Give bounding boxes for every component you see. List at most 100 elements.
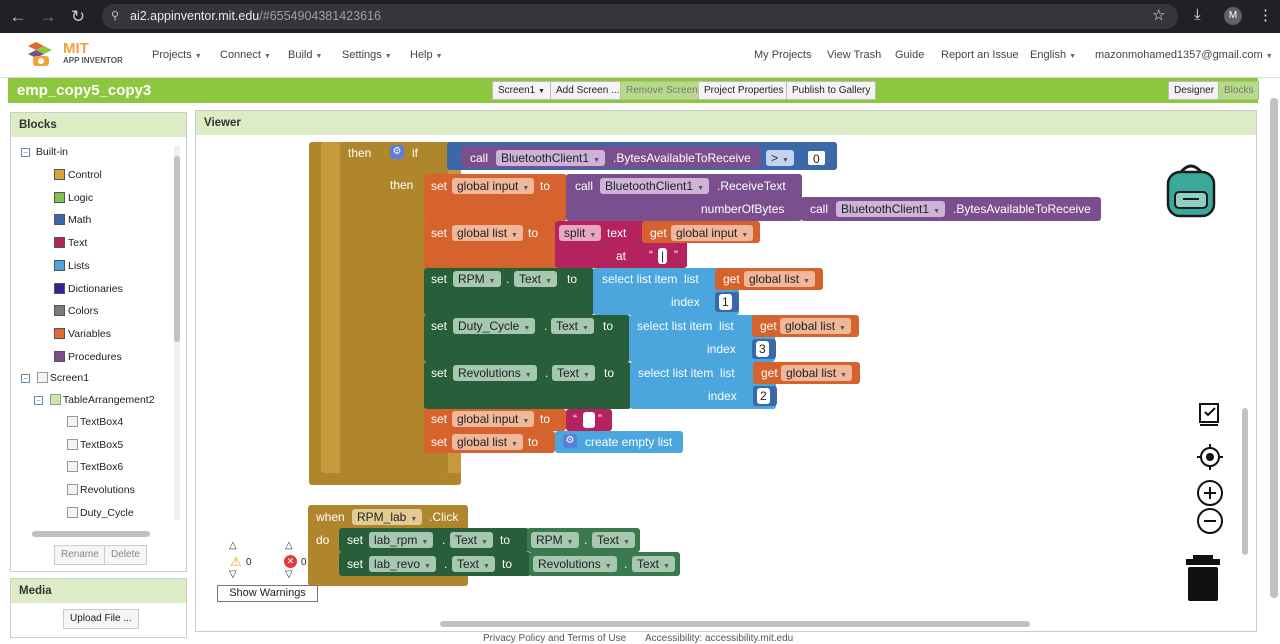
compare-op-dropdown[interactable]: > ▼	[766, 150, 794, 166]
recenter-icon[interactable]	[1196, 443, 1224, 471]
component-duty_cycle[interactable]: Duty_Cycle	[67, 506, 134, 519]
reload-icon[interactable]: ↻	[67, 6, 89, 28]
text-field[interactable]	[583, 412, 595, 428]
component-dropdown[interactable]: Revolutions ▼	[453, 365, 537, 381]
menu-projects[interactable]: Projects ▼	[152, 49, 202, 61]
warning-prev-icon[interactable]: △	[229, 540, 237, 551]
category-procedures[interactable]: Procedures	[54, 350, 122, 363]
property-dropdown[interactable]: Text ▼	[552, 365, 595, 381]
workspace-vscrollbar[interactable]	[1242, 408, 1248, 555]
text-field[interactable]: |	[658, 248, 668, 264]
var-dropdown[interactable]: global input ▼	[452, 178, 535, 194]
privacy-link[interactable]: Privacy Policy and Terms of Use	[483, 633, 626, 644]
number-field[interactable]: 1	[719, 294, 732, 310]
component-textbox5[interactable]: TextBox5	[67, 438, 123, 451]
download-icon[interactable]: ⤓	[1194, 6, 1201, 23]
delete-button[interactable]: Delete	[104, 545, 147, 565]
category-control[interactable]: Control	[54, 169, 102, 181]
designer-button[interactable]: Designer	[1168, 81, 1221, 100]
var-dropdown[interactable]: global list ▼	[452, 434, 523, 450]
upload-file-button[interactable]: Upload File ...	[63, 609, 139, 629]
add-screen-button[interactable]: Add Screen ...	[550, 81, 626, 100]
var-dropdown[interactable]: global list ▼	[452, 225, 523, 241]
menu-user[interactable]: mazonmohamed1357@gmail.com ▼	[1095, 49, 1273, 61]
menu-language[interactable]: English ▼	[1030, 49, 1076, 61]
number-field[interactable]: 2	[757, 388, 770, 404]
component-dropdown[interactable]: RPM ▼	[453, 271, 501, 287]
project-properties-button[interactable]: Project Properties	[698, 81, 790, 100]
menu-settings[interactable]: Settings ▼	[342, 49, 392, 61]
page-scrollbar[interactable]	[1270, 98, 1278, 598]
checklist-icon[interactable]	[1198, 400, 1222, 426]
component-dropdown[interactable]: BluetoothClient1 ▼	[496, 150, 605, 166]
error-next-icon[interactable]: ▽	[285, 569, 293, 580]
var-dropdown[interactable]: global input ▼	[671, 225, 754, 241]
component-dropdown[interactable]: RPM ▼	[531, 532, 579, 548]
component-dropdown[interactable]: Duty_Cycle ▼	[453, 318, 536, 334]
collapse-icon[interactable]: −	[21, 148, 30, 157]
tree-vscroll-thumb[interactable]	[174, 156, 180, 342]
category-dictionaries[interactable]: Dictionaries	[54, 282, 123, 295]
screen-select[interactable]: Screen1 ▼	[492, 81, 551, 100]
bookmark-star-icon[interactable]: ☆	[1152, 6, 1165, 24]
menu-build[interactable]: Build ▼	[288, 49, 322, 61]
link-guide[interactable]: Guide	[895, 49, 924, 61]
component-dropdown[interactable]: Revolutions ▼	[533, 556, 617, 572]
component-revolutions[interactable]: Revolutions	[67, 484, 135, 496]
category-text[interactable]: Text	[54, 237, 87, 249]
more-icon[interactable]: ⋮	[1258, 6, 1273, 24]
component-dropdown[interactable]: BluetoothClient1 ▼	[836, 201, 945, 217]
menu-connect[interactable]: Connect ▼	[220, 49, 271, 61]
tree-screen1[interactable]: − Screen1	[21, 372, 89, 384]
show-warnings-button[interactable]: Show Warnings	[217, 585, 318, 602]
mutator-gear-icon[interactable]: ⚙	[563, 434, 577, 448]
rename-button[interactable]: Rename	[54, 545, 106, 565]
forward-icon[interactable]: →	[37, 6, 59, 28]
zoom-in-icon[interactable]	[1196, 479, 1224, 507]
split-dropdown[interactable]: split ▼	[559, 225, 602, 241]
property-dropdown[interactable]: Text ▼	[514, 271, 557, 287]
var-dropdown[interactable]: global list ▼	[781, 365, 852, 381]
mutator-gear-icon[interactable]: ⚙	[390, 145, 404, 159]
publish-gallery-button[interactable]: Publish to Gallery	[786, 81, 877, 100]
var-dropdown[interactable]: global input ▼	[452, 411, 535, 427]
link-view-trash[interactable]: View Trash	[827, 49, 881, 61]
property-dropdown[interactable]: Text ▼	[452, 556, 495, 572]
link-my-projects[interactable]: My Projects	[754, 49, 811, 61]
remove-screen-button[interactable]: Remove Screen	[620, 81, 704, 100]
avatar[interactable]: M	[1224, 7, 1242, 25]
back-icon[interactable]: ←	[7, 6, 29, 28]
collapse-icon[interactable]: −	[34, 396, 43, 405]
error-prev-icon[interactable]: △	[285, 540, 293, 551]
component-dropdown[interactable]: lab_rpm ▼	[369, 532, 434, 548]
category-math[interactable]: Math	[54, 214, 91, 226]
tree-hscrollbar[interactable]	[32, 531, 150, 537]
link-report-issue[interactable]: Report an Issue	[941, 49, 1019, 61]
component-dropdown[interactable]: RPM_lab ▼	[352, 509, 423, 525]
zoom-out-icon[interactable]	[1196, 507, 1224, 535]
site-info-icon[interactable]: ⚲	[111, 9, 119, 22]
component-textbox6[interactable]: TextBox6	[67, 461, 123, 473]
category-colors[interactable]: Colors	[54, 305, 98, 317]
property-dropdown[interactable]: Text ▼	[551, 318, 594, 334]
var-dropdown[interactable]: global list ▼	[744, 271, 815, 287]
number-zero[interactable]: 0	[807, 150, 826, 166]
backpack-icon[interactable]	[1163, 160, 1219, 218]
trash-icon[interactable]	[1185, 555, 1221, 603]
accessibility-link[interactable]: Accessibility: accessibility.mit.edu	[645, 633, 793, 644]
app-inventor-logo-icon[interactable]	[24, 38, 60, 70]
tree-table-arrangement[interactable]: − TableArrangement2	[34, 394, 155, 406]
workspace-hscrollbar[interactable]	[440, 621, 1030, 627]
property-dropdown[interactable]: Text ▼	[450, 532, 493, 548]
menu-help[interactable]: Help ▼	[410, 49, 443, 61]
collapse-icon[interactable]: −	[21, 374, 30, 383]
warning-next-icon[interactable]: ▽	[229, 569, 237, 580]
var-dropdown[interactable]: global list ▼	[780, 318, 851, 334]
blocks-button[interactable]: Blocks	[1218, 81, 1260, 100]
component-textbox4[interactable]: TextBox4	[67, 416, 123, 428]
category-variables[interactable]: Variables	[54, 327, 111, 340]
category-logic[interactable]: Logic	[54, 191, 93, 204]
property-dropdown[interactable]: Text ▼	[592, 532, 635, 548]
category-lists[interactable]: Lists	[54, 259, 90, 272]
tree-builtin[interactable]: − Built-in	[21, 146, 68, 158]
